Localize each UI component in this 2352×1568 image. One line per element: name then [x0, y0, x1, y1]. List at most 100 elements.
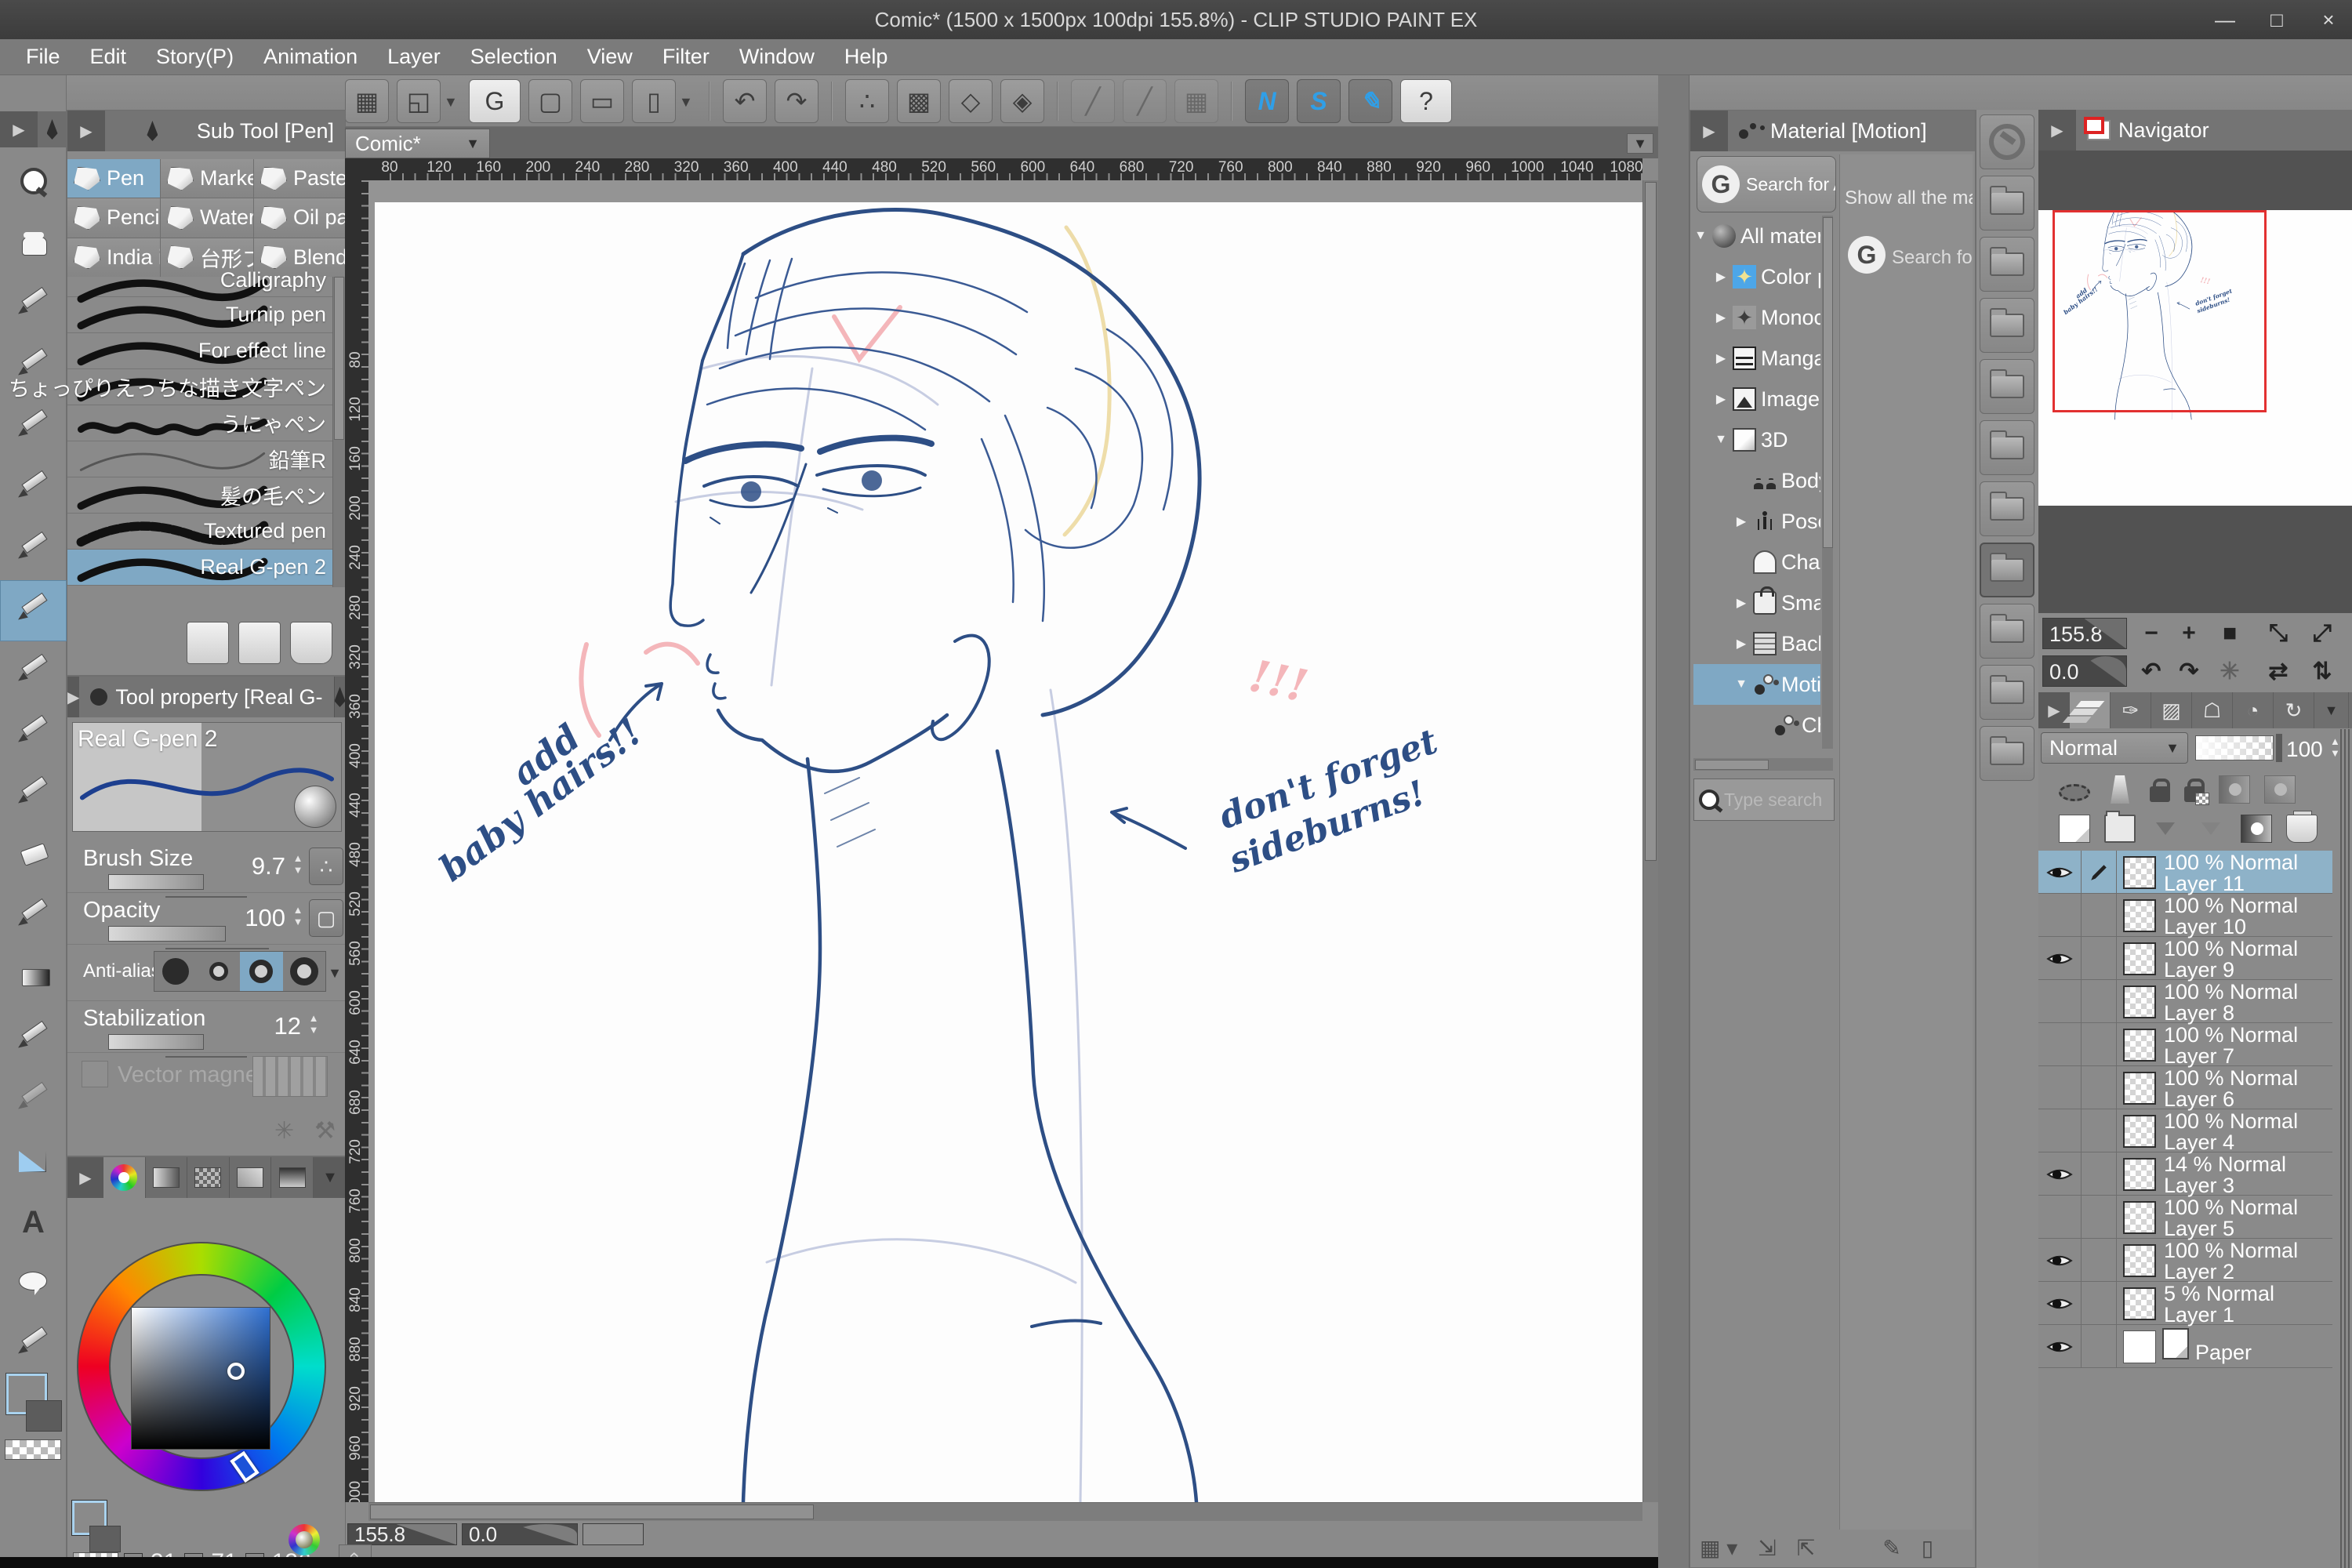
subtool-group-oil-paint[interactable]: Oil paint: [254, 198, 347, 238]
folder-manga-download[interactable]: [1980, 359, 2034, 414]
toolbar-save-page-dropdown-icon[interactable]: ▼: [679, 94, 693, 111]
menu-storyp[interactable]: Story(P): [141, 45, 249, 69]
toolbar-open-file-icon[interactable]: ▭: [580, 79, 624, 123]
folder-framework[interactable]: [1980, 726, 2034, 781]
toolbar-redo-icon[interactable]: ↷: [775, 79, 818, 123]
material-tree-pose[interactable]: ▶ Pose: [1693, 501, 1820, 542]
menu-view[interactable]: View: [572, 45, 648, 69]
eyedropper-tool[interactable]: [0, 519, 67, 580]
opacity-slider[interactable]: [108, 926, 226, 942]
folder-image-material[interactable]: [1980, 420, 2034, 475]
layer-thumbnail[interactable]: [2123, 1072, 2156, 1105]
view-mode-icon[interactable]: ▦ ▾: [1700, 1535, 1737, 1561]
layer-thumbnail[interactable]: [2123, 899, 2156, 932]
layer-visibility-toggle[interactable]: [2038, 937, 2082, 980]
toolbar-vector-line-icon[interactable]: N: [1245, 79, 1289, 123]
toolbar-workspace-icon[interactable]: ▦: [345, 79, 389, 123]
frame-border-tool[interactable]: [0, 1069, 67, 1131]
layer-opacity-slider[interactable]: [2195, 735, 2274, 760]
reset-rotation-button[interactable]: ✳: [2212, 655, 2247, 687]
lock-transparent-pixels-icon[interactable]: [2184, 779, 2209, 805]
right-arrow-icon[interactable]: ▶: [1714, 269, 1728, 285]
background-color-swatch[interactable]: [26, 1400, 62, 1432]
export-material-icon[interactable]: ⇱: [1797, 1535, 1815, 1561]
material-tree-body-type[interactable]: Body type: [1693, 460, 1820, 501]
brush-detail-tab[interactable]: [333, 677, 346, 717]
brush-item[interactable]: ちょっぴりえっちな描き文字ペン: [9, 369, 334, 405]
lock-layer-icon[interactable]: [2150, 779, 2170, 802]
right-arrow-icon[interactable]: ▶: [1714, 350, 1728, 366]
new-subtool-button[interactable]: [238, 622, 281, 664]
brush-item[interactable]: For effect line: [67, 333, 334, 369]
layer-thumbnail[interactable]: [2123, 1158, 2156, 1191]
processing-icon[interactable]: ✳: [274, 1117, 294, 1145]
right-arrow-icon[interactable]: ▶: [1734, 595, 1748, 611]
layer-tabs-dropdown[interactable]: ▼: [2314, 692, 2349, 728]
folder-all-materials[interactable]: [1980, 176, 2034, 230]
copy-subtool-button[interactable]: [187, 622, 229, 664]
layer-row-paper[interactable]: Paper: [2038, 1325, 2332, 1368]
brush-size-slider[interactable]: [108, 874, 204, 890]
zoom-in-button[interactable]: +: [2172, 618, 2206, 649]
layer-row-layer-9[interactable]: 100 % Normal Layer 9: [2038, 937, 2332, 981]
layer-visibility-toggle[interactable]: [2038, 851, 2082, 894]
layer-row-layer-4[interactable]: 100 % Normal Layer 4: [2038, 1109, 2332, 1153]
flip-vertical-button[interactable]: ⇅: [2305, 655, 2339, 687]
material-settings-icon[interactable]: ✎: [1882, 1535, 1900, 1561]
search-assets-button[interactable]: G Search for Add...: [1697, 156, 1836, 212]
layer-search-tab[interactable]: ☖: [2192, 692, 2233, 728]
brush-item[interactable]: Turnip pen: [67, 297, 334, 333]
antialias-none-button[interactable]: [154, 952, 198, 991]
toolbar-flip-view-icon[interactable]: ◱: [397, 79, 441, 123]
vector-magnet-checkbox[interactable]: [82, 1061, 108, 1087]
menu-help[interactable]: Help: [829, 45, 903, 69]
new-layer-button[interactable]: [2059, 815, 2090, 843]
material-panel-menu-icon[interactable]: ▶: [1690, 111, 1728, 151]
material-tree-character[interactable]: Character: [1693, 542, 1820, 583]
layer-thumbnail[interactable]: [2123, 1115, 2156, 1148]
toolbar-snap-guide-off-icon[interactable]: ╱: [1123, 79, 1167, 123]
toolbar-vector-curve-icon[interactable]: S: [1297, 79, 1341, 123]
layer-visibility-toggle[interactable]: [2038, 1152, 2082, 1196]
material-tree-manga-material[interactable]: ▶ Manga material: [1693, 338, 1820, 379]
layer-property-tab[interactable]: ✑: [2111, 692, 2151, 728]
brush-item[interactable]: 髪の毛ペン: [67, 477, 334, 514]
decoration-tool[interactable]: [0, 764, 67, 825]
subtool-group-marker[interactable]: Marker: [161, 159, 253, 198]
zoom-out-button[interactable]: −: [2134, 618, 2169, 649]
correct-line-tool[interactable]: [0, 1314, 67, 1375]
layer-opacity-value[interactable]: 100: [2286, 737, 2323, 762]
folder-motion[interactable]: [1980, 543, 2034, 597]
auto-action-tab[interactable]: ↻: [2274, 692, 2314, 728]
layer-thumbnail[interactable]: [2123, 985, 2156, 1018]
subtool-group-india-ink[interactable]: India ink: [67, 238, 160, 277]
toolbar-flip-view-dropdown-icon[interactable]: ▼: [444, 94, 458, 111]
navigator-view-rect[interactable]: [2053, 210, 2267, 412]
subtool-panel-menu-icon[interactable]: ▶: [67, 111, 105, 151]
maximize-button[interactable]: □: [2261, 8, 2292, 32]
layer-tab[interactable]: [2070, 692, 2111, 728]
layer-visibility-toggle[interactable]: [2038, 1023, 2082, 1066]
background-color-swatch[interactable]: [89, 1526, 121, 1552]
approx-color-tab[interactable]: [271, 1157, 314, 1198]
close-button[interactable]: ×: [2313, 8, 2344, 32]
opacity-value[interactable]: 100: [245, 904, 285, 932]
brush-list-scrollbar[interactable]: [332, 277, 345, 587]
transfer-down-button[interactable]: [2195, 815, 2227, 843]
layer-thumbnail[interactable]: [2123, 1330, 2156, 1363]
fit-to-window-icon[interactable]: ⤡: [2261, 618, 2296, 649]
toolbar-grid-off-icon[interactable]: ▦: [1174, 79, 1218, 123]
color-tabs-dropdown[interactable]: ▼: [313, 1157, 347, 1198]
transparent-color-swatch[interactable]: [5, 1439, 61, 1460]
new-folder-button[interactable]: [2104, 811, 2136, 843]
material-search-input[interactable]: [1724, 789, 1826, 811]
material-tree-all-material[interactable]: ▼ All material: [1693, 216, 1820, 256]
layer-row-layer-5[interactable]: 100 % Normal Layer 5: [2038, 1196, 2332, 1240]
layer-thumbnail[interactable]: [2123, 1029, 2156, 1062]
toolbar-snap-special-icon[interactable]: ∴: [845, 79, 889, 123]
menu-filter[interactable]: Filter: [648, 45, 724, 69]
color-slider-tab[interactable]: [145, 1157, 188, 1198]
material-tab[interactable]: Material [Motion]: [1728, 111, 1975, 151]
layer-visibility-toggle[interactable]: [2038, 1109, 2082, 1152]
brush-item[interactable]: Real G-pen 2: [67, 550, 334, 586]
